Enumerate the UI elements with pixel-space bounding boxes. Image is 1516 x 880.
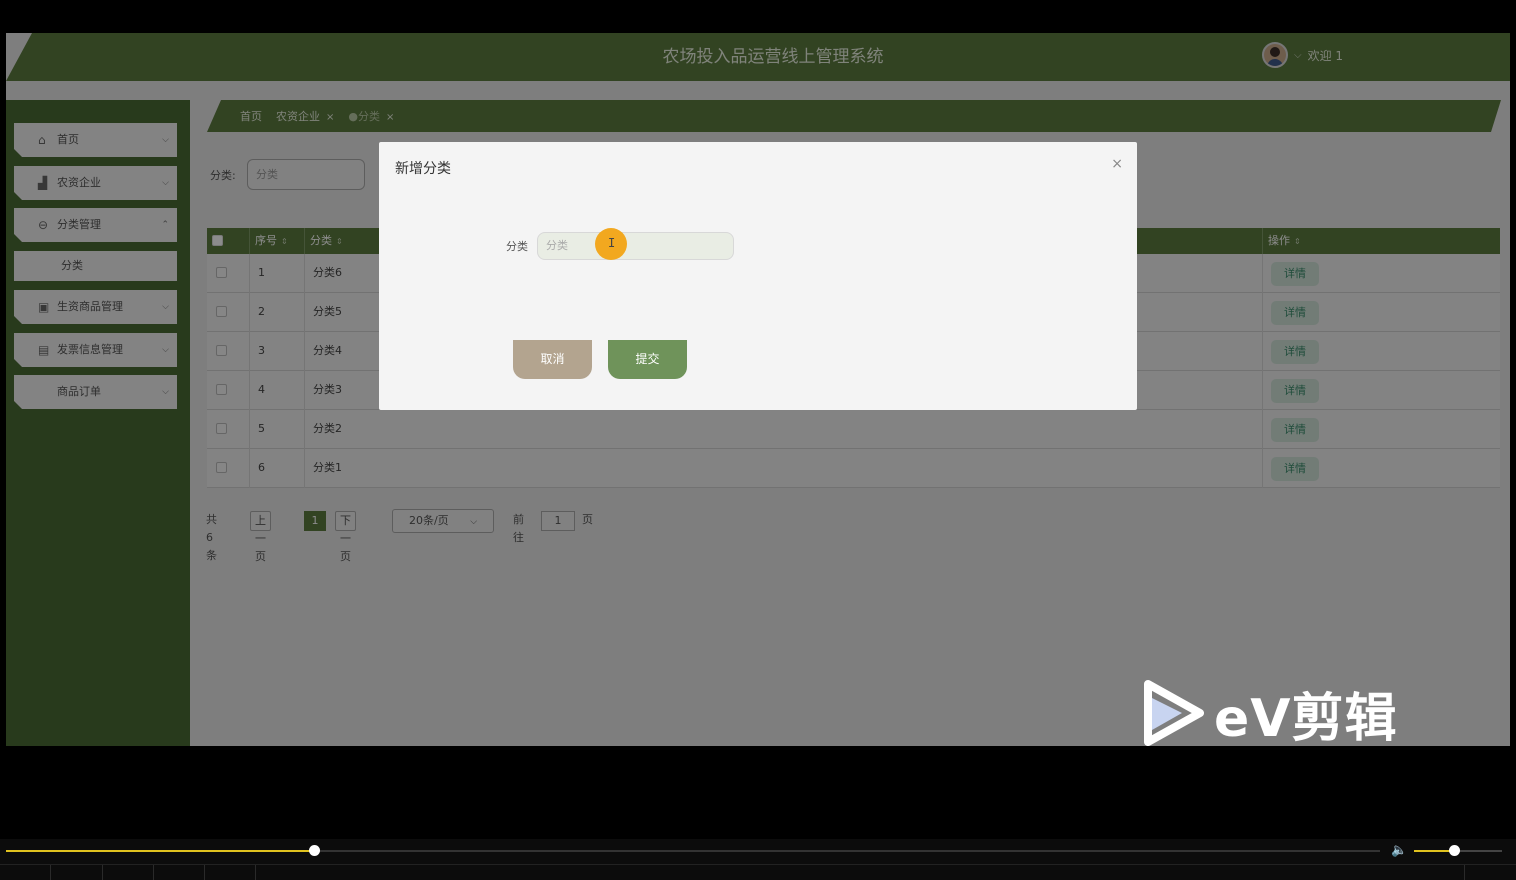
divider: [50, 865, 51, 880]
watermark-text: eV剪辑: [1214, 688, 1398, 749]
progress-track[interactable]: [6, 845, 1380, 856]
player-control-strip: [0, 864, 1516, 880]
volume-icon[interactable]: 🔈: [1391, 843, 1407, 858]
category-input[interactable]: 分类: [537, 232, 734, 260]
cancel-button[interactable]: 取消: [513, 340, 592, 379]
divider: [153, 865, 154, 880]
category-field-label: 分类: [506, 240, 528, 253]
divider: [255, 865, 256, 880]
volume-slider[interactable]: [1414, 845, 1502, 856]
progress-fill: [6, 850, 314, 852]
video-player-bar: 🔈: [0, 839, 1516, 880]
video-frame: 农场投入品运营线上管理系统 ⌵ 欢迎 1 ⌂ 首页 ⌵ ▟ 农资企业 ⌵ ⊖ 分…: [0, 0, 1516, 880]
submit-button[interactable]: 提交: [608, 340, 687, 379]
add-category-dialog: 新增分类 × 分类 分类 I 取消 提交: [379, 142, 1137, 410]
divider: [102, 865, 103, 880]
ev-watermark: eV剪辑: [1142, 678, 1398, 749]
volume-knob[interactable]: [1448, 845, 1460, 856]
app-window: 农场投入品运营线上管理系统 ⌵ 欢迎 1 ⌂ 首页 ⌵ ▟ 农资企业 ⌵ ⊖ 分…: [6, 33, 1510, 746]
volume-fill: [1414, 850, 1454, 852]
text-cursor-icon: I: [608, 236, 616, 250]
divider: [1464, 865, 1465, 880]
dialog-title: 新增分类: [395, 161, 451, 177]
close-icon[interactable]: ×: [1111, 156, 1123, 172]
play-logo-icon: [1144, 680, 1204, 746]
progress-knob[interactable]: [308, 845, 320, 856]
divider: [204, 865, 205, 880]
